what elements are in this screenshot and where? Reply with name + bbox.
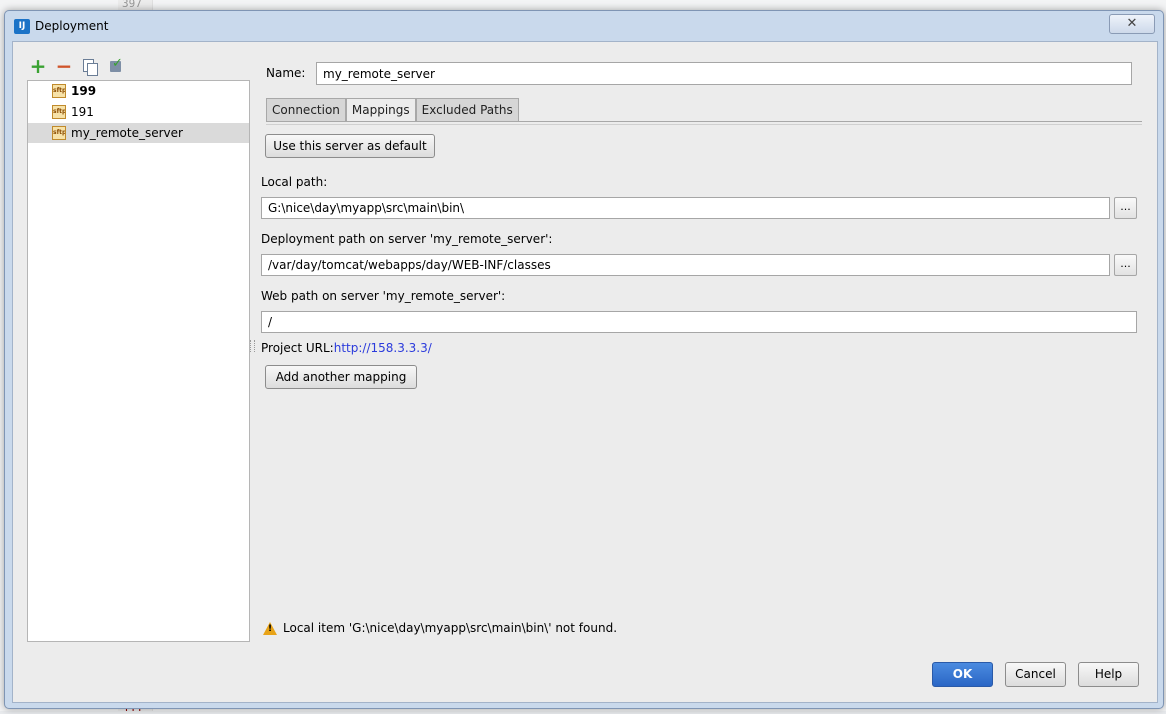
server-list: sftp 199 sftp 191 sftp my_remote_server bbox=[27, 80, 250, 642]
web-path-label: Web path on server 'my_remote_server': bbox=[261, 289, 506, 303]
line-number-top: 397 bbox=[122, 0, 142, 10]
ok-button[interactable]: OK bbox=[932, 662, 993, 687]
sftp-icon: sftp bbox=[52, 84, 66, 98]
server-item-191[interactable]: sftp 191 bbox=[28, 102, 249, 122]
server-item-199[interactable]: sftp 199 bbox=[28, 81, 249, 101]
plus-icon: + bbox=[29, 54, 47, 78]
warning-icon: ! bbox=[263, 621, 277, 635]
close-icon: ✕ bbox=[1126, 16, 1138, 31]
tab-mappings[interactable]: Mappings bbox=[345, 98, 416, 122]
sftp-icon: sftp bbox=[52, 105, 66, 119]
project-url-link[interactable]: http://158.3.3.3/ bbox=[334, 341, 432, 355]
tab-divider bbox=[266, 121, 1142, 122]
server-item-my-remote-server[interactable]: sftp my_remote_server bbox=[28, 123, 249, 143]
close-button[interactable]: ✕ bbox=[1109, 14, 1155, 34]
copy-icon bbox=[83, 58, 98, 76]
splitter-handle[interactable] bbox=[250, 340, 255, 352]
set-default-server-button[interactable]: ✓ bbox=[107, 55, 125, 75]
cancel-button[interactable]: Cancel bbox=[1005, 662, 1066, 687]
use-as-default-button[interactable]: Use this server as default bbox=[265, 134, 435, 158]
add-server-button[interactable]: + bbox=[29, 54, 47, 78]
deployment-dialog: IJ Deployment ✕ + − ✓ sftp 199 sftp 191 … bbox=[4, 10, 1164, 709]
title-bar[interactable]: IJ Deployment ✕ bbox=[5, 11, 1163, 41]
server-name: 199 bbox=[71, 84, 97, 98]
dialog-title: Deployment bbox=[35, 19, 109, 33]
add-another-mapping-button[interactable]: Add another mapping bbox=[265, 365, 417, 389]
local-path-input[interactable] bbox=[261, 197, 1110, 219]
help-button[interactable]: Help bbox=[1078, 662, 1139, 687]
local-path-label: Local path: bbox=[261, 175, 328, 189]
tab-connection[interactable]: Connection bbox=[266, 98, 346, 122]
deployment-path-label: Deployment path on server 'my_remote_ser… bbox=[261, 232, 553, 246]
warning-message: ! Local item 'G:\nice\day\myapp\src\main… bbox=[263, 621, 617, 635]
remove-server-button[interactable]: − bbox=[55, 54, 73, 78]
deployment-path-input[interactable] bbox=[261, 254, 1110, 276]
project-url-row: Project URL:http://158.3.3.3/ bbox=[261, 341, 432, 355]
server-name: 191 bbox=[71, 105, 94, 119]
browse-local-path-button[interactable]: ... bbox=[1114, 197, 1137, 219]
server-name: my_remote_server bbox=[71, 126, 183, 140]
sftp-icon: sftp bbox=[52, 126, 66, 140]
browse-deployment-path-button[interactable]: ... bbox=[1114, 254, 1137, 276]
web-path-input[interactable] bbox=[261, 311, 1137, 333]
minus-icon: − bbox=[55, 54, 73, 78]
intellij-logo-icon: IJ bbox=[14, 19, 30, 34]
tab-divider-shadow bbox=[266, 124, 1142, 125]
name-input[interactable] bbox=[316, 62, 1132, 85]
tab-bar: Connection Mappings Excluded Paths bbox=[266, 98, 519, 122]
dialog-content: + − ✓ sftp 199 sftp 191 sftp my_remote_s… bbox=[12, 41, 1158, 703]
warning-text: Local item 'G:\nice\day\myapp\src\main\b… bbox=[283, 621, 618, 635]
server-toolbar: + − ✓ bbox=[29, 54, 125, 78]
name-label: Name: bbox=[266, 66, 306, 80]
tab-excluded-paths[interactable]: Excluded Paths bbox=[415, 98, 519, 122]
copy-server-button[interactable] bbox=[81, 57, 99, 76]
project-url-label: Project URL: bbox=[261, 341, 334, 355]
check-icon: ✓ bbox=[110, 55, 123, 72]
